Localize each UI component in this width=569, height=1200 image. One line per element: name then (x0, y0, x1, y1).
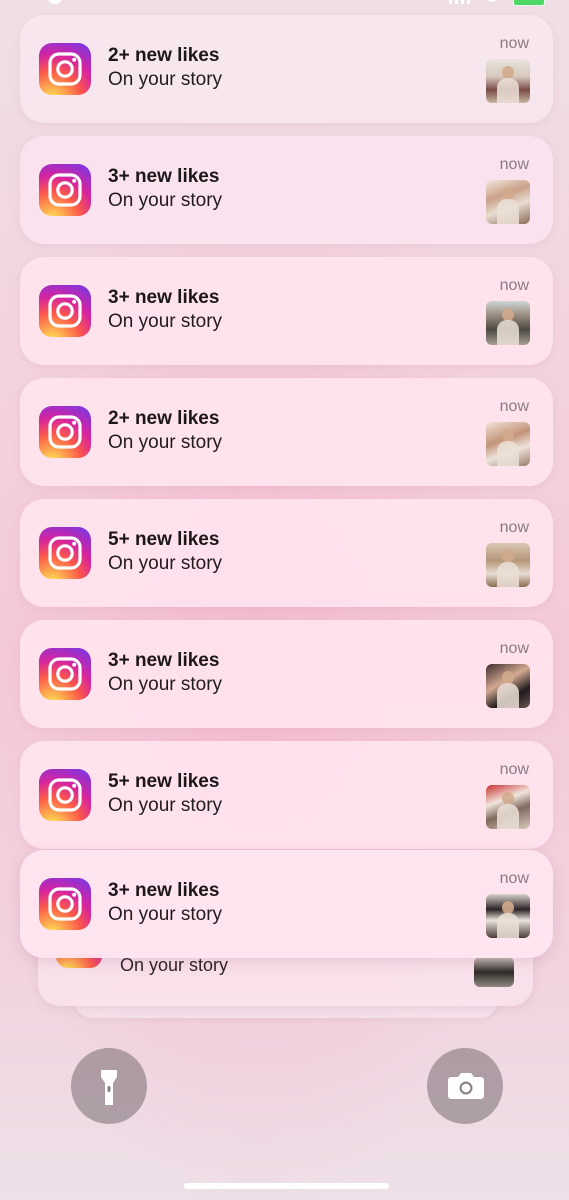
instagram-icon (39, 878, 91, 930)
instagram-icon (39, 648, 91, 700)
notification-title: 3+ new likes (108, 650, 220, 671)
instagram-icon (39, 406, 91, 458)
notification-title: 2+ new likes (108, 45, 220, 66)
notification-time: now (499, 870, 529, 887)
notification-time: now (499, 35, 529, 52)
story-thumbnail (486, 894, 530, 938)
notification-title: 3+ new likes (108, 287, 220, 308)
notification-card[interactable]: 3+ new likes On your story now (20, 850, 553, 958)
notification-subtitle: On your story (108, 69, 223, 90)
notification-subtitle: On your story (108, 904, 223, 925)
notification-time: now (499, 640, 529, 657)
notification-time: now (499, 519, 529, 536)
notification-subtitle: On your story (108, 795, 223, 816)
notification-card[interactable]: 2+ new likes On your story now (20, 15, 553, 123)
notification-stack: On your story 2+ new likes On your story… (0, 0, 569, 1040)
story-thumbnail (486, 180, 530, 224)
camera-button[interactable] (427, 1048, 503, 1124)
story-thumbnail (486, 785, 530, 829)
notification-time: now (499, 156, 529, 173)
instagram-icon (39, 769, 91, 821)
instagram-icon (39, 43, 91, 95)
notification-time: now (499, 761, 529, 778)
notification-subtitle: On your story (108, 432, 223, 453)
notification-card[interactable]: 3+ new likes On your story now (20, 620, 553, 728)
notification-subtitle: On your story (108, 553, 223, 574)
flashlight-button[interactable] (71, 1048, 147, 1124)
flashlight-icon (101, 1070, 117, 1105)
notification-subtitle: On your story (108, 190, 223, 211)
story-thumbnail (486, 664, 530, 708)
notification-title: 5+ new likes (108, 529, 220, 550)
story-thumbnail (486, 422, 530, 466)
notification-title: 3+ new likes (108, 166, 220, 187)
story-thumbnail (474, 957, 514, 987)
instagram-icon (39, 164, 91, 216)
instagram-icon (39, 285, 91, 337)
camera-icon (448, 1073, 484, 1099)
story-thumbnail (486, 59, 530, 103)
notification-card[interactable]: 5+ new likes On your story now (20, 741, 553, 849)
notification-card[interactable]: 3+ new likes On your story now (20, 136, 553, 244)
notification-time: now (499, 277, 529, 294)
story-thumbnail (486, 301, 530, 345)
story-thumbnail (486, 543, 530, 587)
home-indicator[interactable] (184, 1183, 389, 1189)
notification-title: 5+ new likes (108, 771, 220, 792)
notification-card[interactable]: 5+ new likes On your story now (20, 499, 553, 607)
instagram-icon (39, 527, 91, 579)
notification-card[interactable]: 2+ new likes On your story now (20, 378, 553, 486)
notification-subtitle: On your story (120, 955, 229, 975)
notification-title: 2+ new likes (108, 408, 220, 429)
notification-title: 3+ new likes (108, 880, 220, 901)
notification-subtitle: On your story (108, 674, 223, 695)
notification-card[interactable]: 3+ new likes On your story now (20, 257, 553, 365)
notification-subtitle: On your story (108, 311, 223, 332)
notification-time: now (499, 398, 529, 415)
